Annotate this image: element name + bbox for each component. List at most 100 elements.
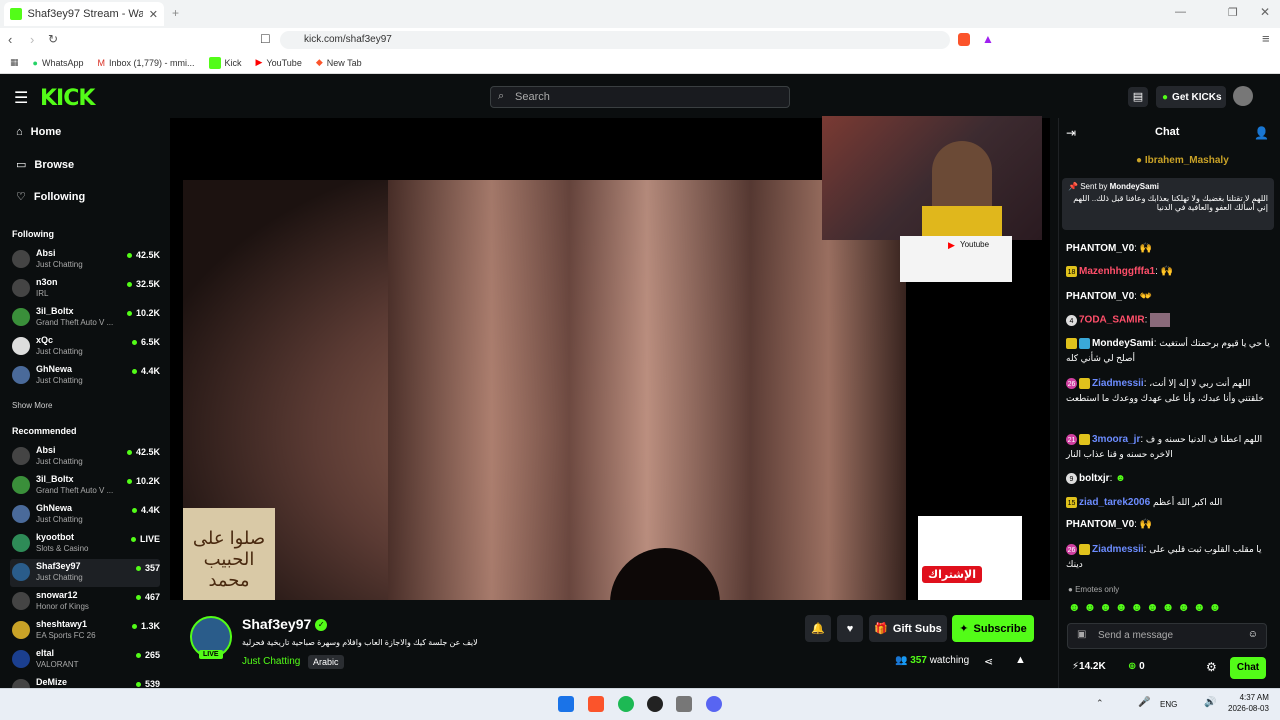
- points-balance[interactable]: ⊕ 0: [1128, 661, 1145, 672]
- reload-icon[interactable]: ↻: [48, 32, 58, 46]
- settings-icon[interactable]: [676, 696, 692, 712]
- chat-username[interactable]: 3moora_jr: [1092, 434, 1140, 445]
- emote-quickbar[interactable]: ☻☻☻☻☻☻☻☻☻☻: [1068, 600, 1224, 614]
- minimize-icon[interactable]: —: [1175, 6, 1186, 18]
- tray-overflow-icon[interactable]: ⌃: [1096, 698, 1104, 709]
- bookmark-gmail[interactable]: M Inbox (1,779) - mmi...: [97, 58, 194, 68]
- brave-shield-icon[interactable]: [958, 33, 970, 46]
- bookmark-label: WhatsApp: [41, 57, 84, 68]
- following-channel[interactable]: GhNewa Just Chatting 4.4K: [10, 362, 160, 390]
- chat-settings-icon[interactable]: ⚙: [1206, 660, 1217, 674]
- language-tag[interactable]: Arabic: [308, 655, 344, 669]
- chat-send-button[interactable]: Chat: [1230, 657, 1266, 679]
- collapse-chat-icon[interactable]: ⇥: [1066, 126, 1076, 140]
- channel-name: sheshtawy1: [36, 619, 88, 629]
- youtube-label: Youtube: [960, 240, 990, 249]
- chat-text: الله اكبر الله أعظم: [1152, 497, 1223, 507]
- microphone-icon[interactable]: 🎤: [1138, 697, 1150, 708]
- clock-time: 4:37 AM: [1239, 693, 1269, 702]
- kick-logo[interactable]: KICK: [40, 86, 95, 111]
- chat-input[interactable]: ▣ Send a message ☺: [1067, 623, 1267, 649]
- nav-home[interactable]: ⌂ Home: [16, 126, 61, 138]
- apps-icon[interactable]: ▦: [10, 57, 19, 68]
- channel-name: eltal: [36, 648, 55, 658]
- chat-users-icon[interactable]: 👤: [1254, 126, 1269, 140]
- chat-username[interactable]: Ziadmessii: [1092, 378, 1144, 389]
- chat-username[interactable]: boltxjr: [1079, 473, 1110, 484]
- stream-category[interactable]: Just Chatting: [242, 656, 300, 667]
- chat-username[interactable]: PHANTOM_V0: [1066, 519, 1134, 530]
- kicks-balance[interactable]: ⚡14.2K: [1072, 661, 1106, 672]
- chat-username[interactable]: PHANTOM_V0: [1066, 243, 1134, 254]
- stream-manager-icon[interactable]: ▤: [1128, 87, 1148, 107]
- obs-icon[interactable]: [647, 696, 663, 712]
- chat-username[interactable]: ziad_tarek2006: [1079, 497, 1150, 508]
- hamburger-menu-icon[interactable]: ☰: [14, 88, 28, 108]
- bookmark-icon[interactable]: ☐: [260, 32, 271, 46]
- recommended-channel[interactable]: snowar12 Honor of Kings 467: [10, 588, 160, 616]
- gift-subs-button[interactable]: 🎁 Gift Subs: [869, 615, 947, 642]
- top-gifter: ● Ibrahem_Mashaly: [1136, 155, 1229, 166]
- recommended-channel[interactable]: kyootbot Slots & Casino LIVE: [10, 530, 160, 558]
- brave-icon: ◆: [315, 57, 323, 67]
- discord-icon[interactable]: [706, 696, 722, 712]
- following-channel[interactable]: xQc Just Chatting 6.5K: [10, 333, 160, 361]
- pinned-message[interactable]: 📌 Sent by MondeySami اللهم لا تقتلنا بغض…: [1062, 178, 1274, 230]
- windows-start-icon[interactable]: [558, 696, 574, 712]
- url-field[interactable]: kick.com/shaf3ey97: [280, 31, 950, 49]
- bookmark-kick[interactable]: Kick: [208, 56, 242, 69]
- get-kicks-label: Get KICKs: [1172, 91, 1222, 103]
- system-clock[interactable]: 4:37 AM 2026-08-03: [1228, 692, 1269, 714]
- nav-label: Following: [33, 190, 86, 203]
- bookmark-whatsapp[interactable]: ● WhatsApp: [33, 58, 84, 68]
- get-kicks-button[interactable]: ● Get KICKs: [1156, 86, 1226, 108]
- close-tab-icon[interactable]: ✕: [149, 8, 158, 21]
- menu-icon[interactable]: ≡: [1262, 31, 1270, 46]
- streamer-jersey: [922, 206, 1002, 240]
- nav-browse[interactable]: ▭ Browse: [16, 158, 74, 172]
- following-channel[interactable]: 3il_Boltx Grand Theft Auto V ... 10.2K: [10, 304, 160, 332]
- follow-button[interactable]: ♥: [837, 615, 863, 642]
- chat-username[interactable]: PHANTOM_V0: [1066, 291, 1134, 302]
- chat-username[interactable]: MondeySami: [1092, 338, 1154, 349]
- notification-bell-button[interactable]: 🔔: [805, 615, 831, 642]
- recommended-channel[interactable]: GhNewa Just Chatting 4.4K: [10, 501, 160, 529]
- brave-browser-icon[interactable]: [588, 696, 604, 712]
- recommended-channel-active[interactable]: Shaf3ey97 Just Chatting 357: [10, 559, 160, 587]
- recommended-channel[interactable]: eltal VALORANT 265: [10, 646, 160, 674]
- show-more-link[interactable]: Show More: [12, 401, 52, 410]
- chat-input-placeholder: Send a message: [1098, 630, 1174, 641]
- bookmark-newtab[interactable]: ◆ New Tab: [316, 57, 362, 68]
- search-input[interactable]: ⌕ Search: [490, 86, 790, 108]
- user-avatar[interactable]: [1233, 86, 1253, 106]
- recommended-channel[interactable]: DeMize 539: [10, 675, 160, 688]
- chat-username[interactable]: Ziadmessii: [1092, 544, 1144, 555]
- chat-username[interactable]: 7ODA_SAMIR: [1079, 315, 1145, 326]
- following-channel[interactable]: Absi Just Chatting 42.5K: [10, 246, 160, 274]
- volume-icon[interactable]: 🔊: [1204, 697, 1216, 708]
- following-channel[interactable]: n3on IRL 32.5K: [10, 275, 160, 303]
- streamer-name-text: Shaf3ey97: [242, 616, 312, 632]
- chat-username[interactable]: Mazenhhggfffa1: [1079, 266, 1155, 277]
- recommended-channel[interactable]: 3il_Boltx Grand Theft Auto V ... 10.2K: [10, 472, 160, 500]
- chat-message: MondeySami: يا حي يا قيوم برحمتك أستغيث …: [1066, 337, 1270, 363]
- rewards-icon[interactable]: ▲: [982, 32, 994, 46]
- share-icon[interactable]: ⋖: [984, 655, 993, 668]
- viewers-icon: 👥: [895, 655, 908, 666]
- close-window-icon[interactable]: ✕: [1260, 5, 1270, 19]
- input-language[interactable]: ENG: [1160, 700, 1177, 709]
- back-icon[interactable]: ‹: [8, 32, 12, 47]
- recommended-channel[interactable]: Absi Just Chatting 42.5K: [10, 443, 160, 471]
- new-tab-icon[interactable]: +: [172, 6, 179, 20]
- spotify-icon[interactable]: [618, 696, 634, 712]
- streamer-name[interactable]: Shaf3ey97 ✓: [242, 616, 328, 632]
- browser-tab[interactable]: Shaf3ey97 Stream - Watch Li ✕: [4, 2, 164, 26]
- subscribe-button[interactable]: ✦ Subscribe: [952, 615, 1034, 642]
- report-icon[interactable]: ▲: [1015, 654, 1026, 666]
- bookmark-youtube[interactable]: ▶ YouTube: [256, 57, 302, 68]
- recommended-channel[interactable]: sheshtawy1 EA Sports FC 26 1.3K: [10, 617, 160, 645]
- nav-following[interactable]: ♡ Following: [16, 190, 86, 204]
- maximize-icon[interactable]: ❐: [1228, 6, 1238, 19]
- forward-icon[interactable]: ›: [30, 32, 34, 47]
- emote-picker-icon[interactable]: ☺: [1248, 629, 1258, 640]
